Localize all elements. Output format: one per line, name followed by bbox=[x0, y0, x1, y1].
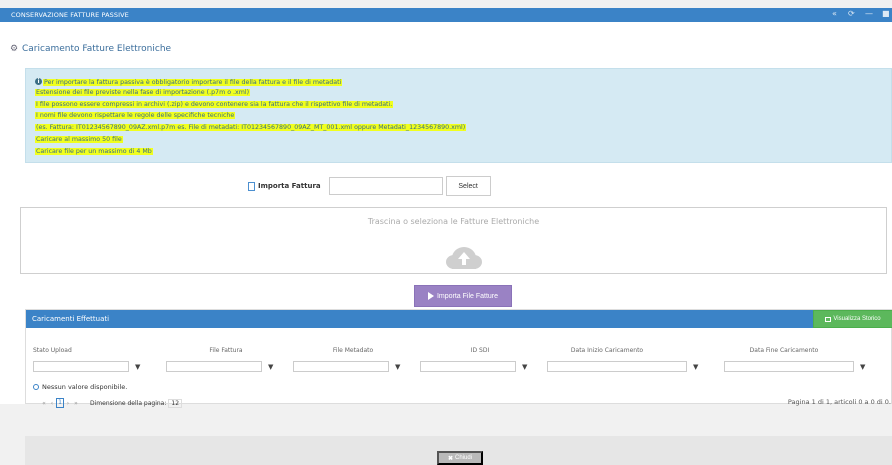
pager-current-page[interactable]: 1 bbox=[56, 398, 64, 408]
filter-data-inizio: ▼ bbox=[547, 360, 698, 373]
import-file-input[interactable] bbox=[328, 177, 443, 195]
info-line-1: i Per importare la fattura passiva è obbl… bbox=[35, 78, 343, 86]
filter-input[interactable] bbox=[547, 361, 687, 372]
info-line-7: Caricare file per un massimo di 4 Mb bbox=[35, 148, 153, 155]
filter-icon[interactable]: ▼ bbox=[268, 363, 273, 371]
filter-id-sdi: ▼ bbox=[420, 360, 527, 373]
view-history-button[interactable]: Visualizza Storico bbox=[813, 310, 892, 328]
loads-title: Caricamenti Effettuati bbox=[32, 315, 110, 323]
close-button[interactable]: ✖ Chiudi bbox=[437, 451, 483, 465]
info-line-3: I file possono essere compressi in archi… bbox=[35, 101, 394, 108]
column-header-data-fine[interactable]: Data Fine Caricamento bbox=[724, 347, 844, 354]
close-icon: ✖ bbox=[447, 455, 453, 462]
select-button[interactable]: Select bbox=[445, 176, 491, 196]
window-title-bar: CONSERVAZIONE FATTURE PASSIVE « ⟳ — ■ bbox=[0, 8, 892, 22]
info-box: i Per importare la fattura passiva è obbl… bbox=[25, 68, 892, 163]
dropzone-text: Trascina o seleziona le Fatture Elettron… bbox=[367, 217, 540, 226]
filter-input[interactable] bbox=[33, 361, 129, 372]
column-header-file-fattura[interactable]: File Fattura bbox=[166, 347, 286, 354]
filter-icon[interactable]: ▼ bbox=[693, 363, 698, 371]
page-title-text: Caricamento Fatture Elettroniche bbox=[22, 44, 172, 54]
pager-first-button[interactable]: « bbox=[40, 400, 48, 407]
filter-input[interactable] bbox=[420, 361, 516, 372]
play-icon bbox=[427, 292, 434, 300]
page-size-label: Dimensione della pagina: bbox=[90, 399, 167, 407]
filter-input[interactable] bbox=[724, 361, 854, 372]
filter-icon[interactable]: ▼ bbox=[860, 363, 865, 371]
pager: « ‹ 1 › » Dimensione della pagina: 12 bbox=[40, 398, 183, 408]
filter-icon[interactable]: ▼ bbox=[522, 363, 527, 371]
loads-panel: Caricamenti Effettuati Visualizza Storic… bbox=[25, 309, 892, 408]
pager-last-button[interactable]: » bbox=[72, 400, 80, 407]
search-icon bbox=[33, 384, 39, 390]
filter-stato-upload: ▼ bbox=[33, 360, 140, 373]
filter-file-fattura: ▼ bbox=[166, 360, 273, 373]
import-label: Importa Fattura bbox=[248, 181, 321, 191]
filter-data-fine: ▼ bbox=[724, 360, 865, 373]
info-line-4: I nomi file devono rispettare le regole … bbox=[35, 112, 236, 119]
page-title: ⚙ Caricamento Fatture Elettroniche bbox=[10, 44, 171, 54]
import-files-button[interactable]: Importa File Fatture bbox=[414, 285, 512, 307]
column-header-data-inizio[interactable]: Data Inizio Caricamento bbox=[547, 347, 667, 354]
window-icon bbox=[825, 316, 832, 322]
info-line-6: Caricare al massimo 50 file bbox=[35, 136, 123, 143]
column-header-id-sdi[interactable]: ID SDI bbox=[420, 347, 540, 354]
gears-icon: ⚙ bbox=[10, 44, 19, 54]
page-size-select[interactable]: 12 bbox=[168, 398, 183, 408]
pager-next-button[interactable]: › bbox=[64, 400, 72, 407]
maximize-icon[interactable]: ■ bbox=[882, 9, 890, 18]
info-line-2: Estensione dei file previste nella fase … bbox=[35, 89, 251, 96]
minimize-icon[interactable]: — bbox=[865, 9, 873, 18]
pager-info: Pagina 1 di 1, articoli 0 a 0 di 0. bbox=[787, 398, 891, 406]
empty-message: Nessun valore disponibile. bbox=[33, 383, 127, 391]
filter-file-metadato: ▼ bbox=[293, 360, 400, 373]
filter-icon[interactable]: ▼ bbox=[395, 363, 400, 371]
filter-icon[interactable]: ▼ bbox=[135, 363, 140, 371]
filter-input[interactable] bbox=[293, 361, 389, 372]
filter-input[interactable] bbox=[166, 361, 262, 372]
cloud-upload-icon[interactable] bbox=[445, 244, 483, 270]
refresh-icon[interactable]: ⟳ bbox=[848, 9, 855, 18]
collapse-icon[interactable]: « bbox=[832, 9, 837, 18]
import-row: Importa Fattura Select bbox=[248, 176, 491, 196]
window-title: CONSERVAZIONE FATTURE PASSIVE bbox=[11, 11, 129, 19]
info-icon: i bbox=[35, 78, 42, 85]
column-header-file-metadato[interactable]: File Metadato bbox=[293, 347, 413, 354]
column-header-stato-upload[interactable]: Stato Upload bbox=[33, 347, 72, 354]
file-icon bbox=[248, 181, 255, 191]
loads-header: Caricamenti Effettuati Visualizza Storic… bbox=[26, 310, 892, 328]
info-line-5: (es. Fattura: IT01234567890_09AZ.xml.p7m… bbox=[35, 124, 467, 131]
pager-prev-button[interactable]: ‹ bbox=[48, 400, 56, 407]
